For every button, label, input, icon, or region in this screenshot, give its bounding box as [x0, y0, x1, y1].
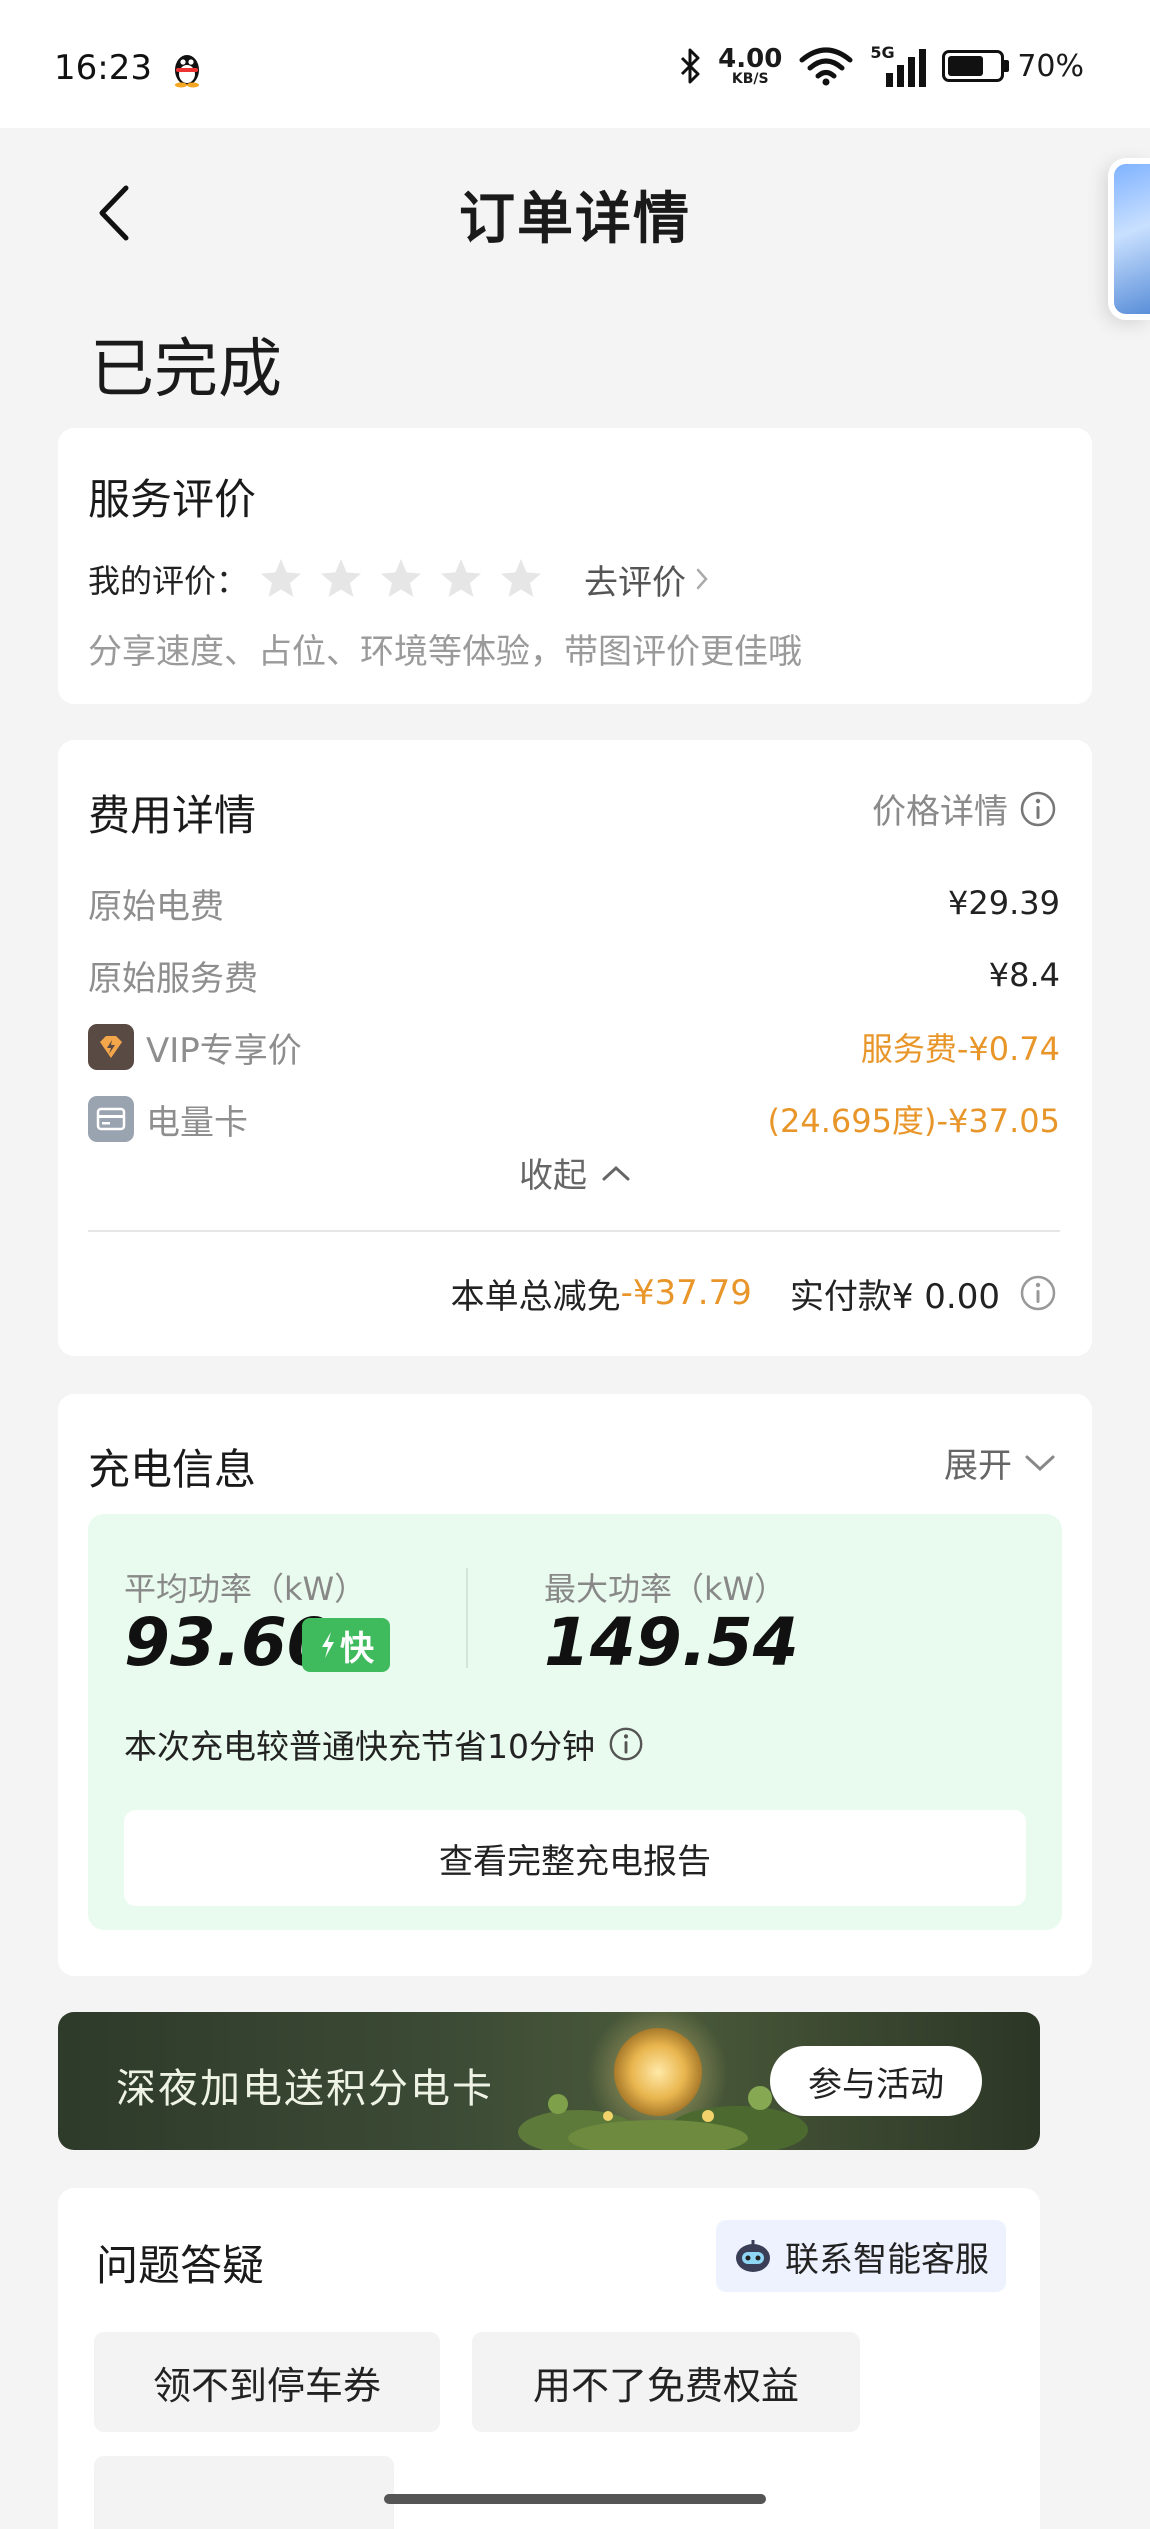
home-indicator[interactable] [384, 2494, 766, 2504]
fee-value: 服务费-¥0.74 [860, 1030, 1060, 1068]
review-hint: 分享速度、占位、环境等体验，带图评价更佳哦 [88, 632, 802, 672]
fee-label: 原始电费 [88, 886, 224, 927]
qq-icon [175, 55, 199, 88]
net-speed-unit: KB/S [731, 71, 769, 87]
lightning-icon [322, 1632, 334, 1658]
fee-label-card: 电量卡 [88, 1095, 248, 1144]
expand-label: 展开 [944, 1446, 1012, 1486]
info-icon[interactable] [607, 1725, 645, 1763]
divider [88, 1230, 1060, 1232]
chevron-right-icon [696, 568, 708, 590]
collapse-label: 收起 [519, 1156, 587, 1196]
fee-row-service: 原始服务费 ¥8.4 [88, 950, 1060, 1000]
banner-text: 深夜加电送积分电卡 [116, 2066, 494, 2112]
order-status: 已完成 [90, 333, 282, 407]
battery-indicator: 70% [942, 49, 1084, 84]
star-icon[interactable] [498, 556, 544, 602]
max-power-value: 149.54 [544, 1604, 799, 1681]
chevron-down-icon [1025, 1455, 1055, 1471]
fee-label-text: 电量卡 [146, 1102, 248, 1143]
time-saved-text: 本次充电较普通快充节省10分钟 [124, 1727, 595, 1766]
faq-chip-free-benefit[interactable]: 用不了免费权益 [472, 2332, 860, 2432]
fee-row-vip: VIP专享价 服务费-¥0.74 [88, 1022, 1060, 1072]
promo-banner[interactable]: 深夜加电送积分电卡 参与活动 [58, 2012, 1040, 2150]
contact-agent-label: 联系智能客服 [785, 2239, 989, 2280]
battery-fill [948, 56, 984, 76]
service-review-card: 服务评价 我的评价： 去评价 分享速度、占位、环境等体验，带图评价更佳哦 [58, 428, 1092, 704]
fee-total-row: 本单总减免 -¥37.79 实付款¥ 0.00 [451, 1268, 1058, 1318]
net-speed: 4.00 KB/S [718, 46, 782, 86]
net-speed-value: 4.00 [718, 44, 783, 74]
price-detail-label: 价格详情 [872, 792, 1008, 832]
expand-button[interactable]: 展开 [944, 1438, 1056, 1487]
my-rating-label: 我的评价： [88, 562, 249, 600]
cellular-signal-icon: 5G [870, 43, 927, 87]
battery-icon [942, 50, 1005, 82]
view-report-button[interactable]: 查看完整充电报告 [124, 1810, 1026, 1906]
battery-percent: 70% [1017, 48, 1084, 84]
nav-bar: 订单详情 [0, 128, 1150, 298]
chevron-up-icon [602, 1165, 630, 1180]
wifi-icon [799, 47, 853, 86]
faq-card: 问题答疑 联系智能客服 领不到停车券 用不了免费权益 [58, 2188, 1040, 2529]
review-title: 服务评价 [88, 475, 257, 524]
charging-info-card: 充电信息 展开 平均功率（kW） 93.60 快 最大功率（kW） 149.54… [58, 1394, 1092, 1976]
star-icon[interactable] [378, 556, 424, 602]
bluetooth-icon [681, 48, 700, 84]
fee-value: ¥8.4 [988, 956, 1060, 994]
charge-title: 充电信息 [88, 1445, 257, 1494]
join-activity-button[interactable]: 参与活动 [770, 2046, 982, 2116]
card-icon [88, 1096, 134, 1142]
rating-row: 我的评价： 去评价 [88, 554, 710, 604]
vip-lightning-icon [88, 1024, 134, 1070]
paid-amount: 实付款¥ 0.00 [789, 1276, 1000, 1317]
time-saved-note: 本次充电较普通快充节省10分钟 [124, 1720, 645, 1768]
price-detail-link[interactable]: 价格详情 [872, 784, 1058, 833]
fee-row-energy-card: 电量卡 (24.695度)-¥37.05 [88, 1094, 1060, 1144]
page-title: 订单详情 [459, 187, 691, 252]
fee-label: 原始服务费 [88, 958, 258, 999]
fast-badge-label: 快 [340, 1628, 374, 1669]
faq-chip-parking[interactable]: 领不到停车券 [94, 2332, 440, 2432]
faq-chip-partial[interactable] [94, 2456, 394, 2529]
fee-details-card: 费用详情 价格详情 原始电费 ¥29.39 原始服务费 ¥8.4 VIP专享价 … [58, 740, 1092, 1356]
star-icon[interactable] [258, 556, 304, 602]
total-discount-value: -¥37.79 [620, 1273, 752, 1313]
star-icon[interactable] [438, 556, 484, 602]
collapse-button[interactable]: 收起 [58, 1148, 1092, 1197]
status-bar: 16:23 4.00 KB/S 5G 70% [0, 0, 1150, 128]
go-review-link[interactable]: 去评价 [584, 555, 710, 604]
faq-title: 问题答疑 [96, 2241, 265, 2290]
status-time: 16:23 [54, 48, 152, 88]
power-panel: 平均功率（kW） 93.60 快 最大功率（kW） 149.54 本次充电较普通… [88, 1514, 1062, 1930]
contact-agent-button[interactable]: 联系智能客服 [716, 2220, 1006, 2292]
fee-value: (24.695度)-¥37.05 [767, 1102, 1060, 1140]
fee-title: 费用详情 [88, 791, 257, 840]
fee-label-text: VIP专享价 [146, 1030, 302, 1071]
fee-value: ¥29.39 [948, 884, 1060, 922]
fee-label-vip: VIP专享价 [88, 1023, 302, 1072]
info-icon[interactable] [1018, 1273, 1058, 1313]
go-review-label: 去评价 [584, 562, 687, 603]
total-discount-label: 本单总减免 [450, 1276, 621, 1317]
fast-charge-badge: 快 [302, 1618, 390, 1672]
star-icon[interactable] [318, 556, 364, 602]
fee-row-electricity: 原始电费 ¥29.39 [88, 878, 1060, 928]
divider [466, 1568, 468, 1668]
status-indicators: 4.00 KB/S 5G 70% [678, 43, 1084, 88]
floating-widget[interactable] [1108, 158, 1150, 320]
info-icon [1020, 791, 1056, 826]
robot-icon [736, 2240, 770, 2272]
rating-stars[interactable] [258, 556, 544, 602]
